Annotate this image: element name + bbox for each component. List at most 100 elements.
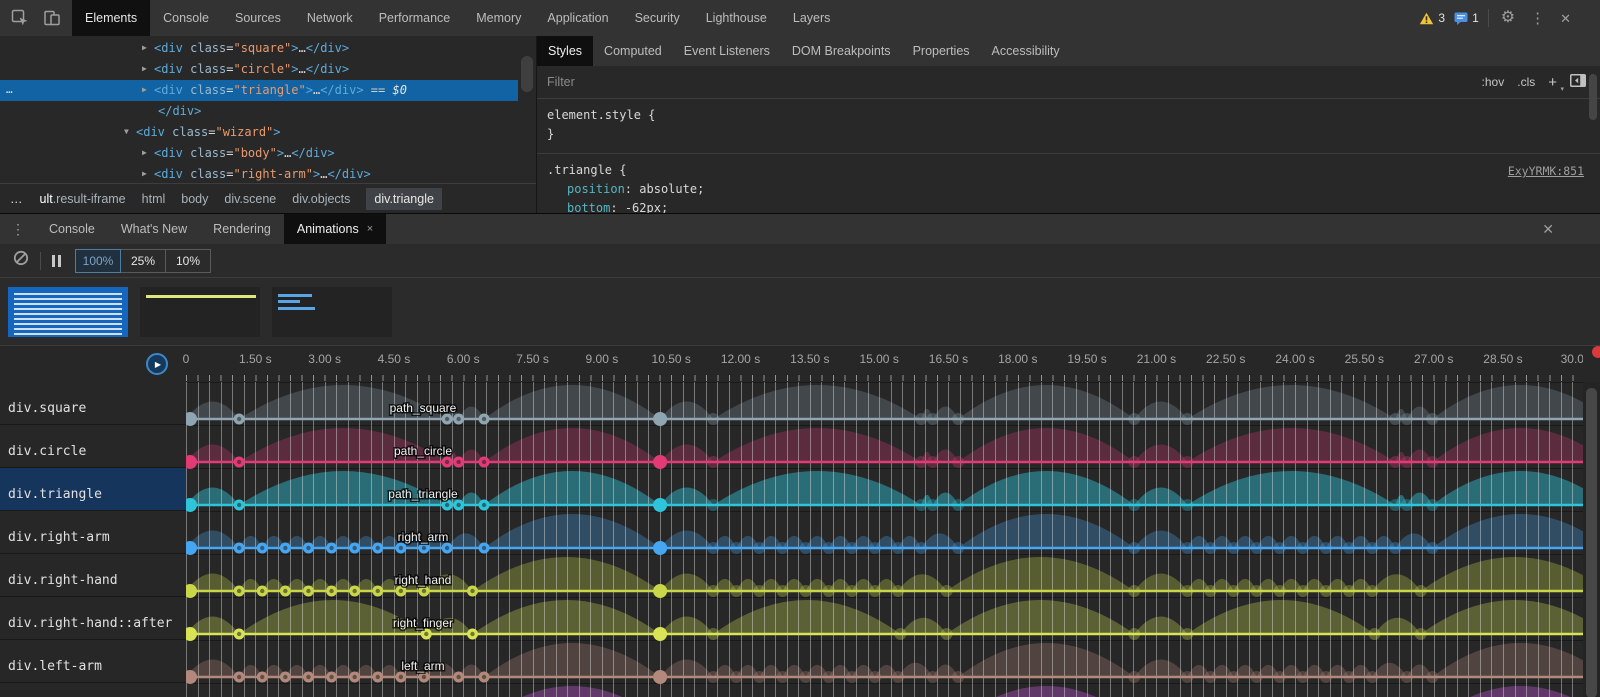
ruler-time-label: 13.50 s [790, 352, 829, 366]
close-drawer-icon[interactable]: ✕ [1542, 221, 1600, 238]
device-toolbar-icon[interactable] [40, 6, 64, 30]
main-tab-network[interactable]: Network [294, 0, 366, 36]
speed-button-100[interactable]: 100% [75, 249, 121, 273]
dom-tree-row[interactable]: ▶<div class="right-arm">…</div> [0, 164, 518, 185]
row-label-div-right-hand-after[interactable]: div.right-hand::after [0, 597, 186, 640]
row-label-div-left-arm[interactable]: div.left-arm [0, 640, 186, 683]
main-tabs: ElementsConsoleSourcesNetworkPerformance… [72, 0, 843, 36]
breadcrumb-item-div-objects[interactable]: div.objects [292, 192, 350, 206]
speed-button-10[interactable]: 10% [165, 249, 211, 273]
row-label-div-triangle[interactable]: div.triangle [0, 468, 186, 511]
dom-tree-scrollbar[interactable] [521, 56, 533, 92]
styles-tab-accessibility[interactable]: Accessibility [981, 36, 1071, 66]
chevron-down-icon: ▾ [1560, 85, 1564, 93]
ruler-time-label: 15.00 s [859, 352, 898, 366]
breadcrumb-item-ult[interactable]: ult.result-iframe [40, 192, 126, 206]
dom-tree-row[interactable]: </div> [0, 101, 518, 122]
css-rule-element-style[interactable]: element.style { } [537, 99, 1600, 154]
preview-line [278, 300, 300, 303]
pause-all-button[interactable] [52, 255, 61, 267]
toggle-element-classes-button[interactable]: .cls [1517, 75, 1535, 89]
new-style-rule-button[interactable]: +▾ [1548, 74, 1557, 91]
dom-tree-row[interactable]: ▶<div class="body">…</div> [0, 143, 518, 164]
twisty-collapsed-icon[interactable]: ▶ [142, 64, 147, 73]
twisty-expanded-icon[interactable]: ▼ [124, 127, 129, 136]
styles-tab-dom-breakpoints[interactable]: DOM Breakpoints [781, 36, 902, 66]
row-label-div-circle[interactable]: div.circle [0, 425, 186, 468]
ruler-time-label: 4.50 s [378, 352, 411, 366]
css-property[interactable]: bottom: -62px; [547, 199, 1590, 213]
main-tab-security[interactable]: Security [622, 0, 693, 36]
warnings-badge[interactable]: 3 [1419, 11, 1445, 25]
speed-button-25[interactable]: 25% [120, 249, 166, 273]
main-tab-console[interactable]: Console [150, 0, 222, 36]
twisty-collapsed-icon[interactable]: ▶ [142, 169, 147, 178]
drawer-menu-kebab-icon[interactable]: ⋮ [0, 221, 36, 238]
ruler-time-label: 0 [183, 352, 190, 366]
preview-line [14, 308, 122, 310]
main-tab-memory[interactable]: Memory [463, 0, 534, 36]
issues-badge[interactable]: 1 [1454, 11, 1479, 25]
close-tab-icon[interactable]: × [367, 214, 373, 244]
dom-node-text: <div class="triangle">…</div> == $0 [154, 83, 407, 97]
dom-tree-row[interactable]: ▼ <div class="wizard"> [0, 122, 518, 143]
row-label-div-right-arm[interactable]: div.right-arm [0, 511, 186, 554]
dom-tree-row[interactable]: …▶<div class="triangle">…</div> == $0 [0, 80, 518, 101]
inspect-element-icon[interactable] [8, 6, 32, 30]
twisty-collapsed-icon[interactable]: ▶ [142, 148, 147, 157]
timeline-rows: div.squarediv.circlediv.trianglediv.righ… [0, 382, 1600, 697]
ruler-time-label: 28.50 s [1483, 352, 1522, 366]
drawer-tab-console[interactable]: Console [36, 214, 108, 244]
main-tab-performance[interactable]: Performance [366, 0, 464, 36]
main-tab-elements[interactable]: Elements [72, 0, 150, 36]
toggle-sidebar-icon[interactable] [1570, 74, 1586, 90]
toggle-pseudo-state-button[interactable]: :hov [1482, 75, 1505, 89]
issues-count: 1 [1472, 11, 1479, 25]
more-options-kebab-icon[interactable]: ⋮ [1527, 11, 1548, 26]
dom-node-text: <div class="wizard"> [136, 125, 281, 139]
breadcrumb-item-html[interactable]: html [142, 192, 166, 206]
styles-tab-computed[interactable]: Computed [593, 36, 673, 66]
breadcrumb-item-body[interactable]: body [181, 192, 208, 206]
styles-tab-event-listeners[interactable]: Event Listeners [673, 36, 781, 66]
main-tab-lighthouse[interactable]: Lighthouse [693, 0, 780, 36]
main-tab-layers[interactable]: Layers [780, 0, 844, 36]
close-devtools-icon[interactable]: ✕ [1557, 12, 1574, 25]
warning-icon [1419, 12, 1434, 25]
breadcrumb-item-div-triangle[interactable]: div.triangle [366, 188, 442, 210]
twisty-collapsed-icon[interactable]: ▶ [142, 85, 147, 94]
animation-group-preview[interactable] [140, 287, 260, 337]
timeline-ruler[interactable]: ▶ 01.50 s3.00 s4.50 s6.00 s7.50 s9.00 s1… [0, 346, 1600, 382]
scrollbar-thumb[interactable] [1586, 388, 1597, 697]
animation-group-preview[interactable] [272, 287, 392, 337]
drawer-tab-what-s-new[interactable]: What's New [108, 214, 200, 244]
animation-name-label: path_triangle [388, 487, 458, 501]
styles-scrollbar[interactable] [1589, 74, 1597, 120]
stylesheet-source-link[interactable]: ExyYRMK:851 [1508, 162, 1584, 181]
breadcrumb-item-[interactable]: … [10, 192, 24, 206]
dom-tree-row[interactable]: ▶<div class="square">…</div> [0, 38, 518, 59]
breadcrumb-item-div-scene[interactable]: div.scene [224, 192, 276, 206]
row-label-div-square[interactable]: div.square [0, 382, 186, 425]
css-rule-triangle[interactable]: ExyYRMK:851 .triangle { position: absolu… [537, 154, 1600, 213]
styles-tab-properties[interactable]: Properties [902, 36, 981, 66]
row-label-div-right-hand[interactable]: div.right-hand [0, 554, 186, 597]
settings-gear-icon[interactable]: ⚙ [1498, 10, 1518, 26]
styles-tab-styles[interactable]: Styles [537, 36, 593, 66]
dom-tree-row[interactable]: ▶<div class="circle">…</div> [0, 59, 518, 80]
twisty-collapsed-icon[interactable]: ▶ [142, 43, 147, 52]
clear-all-icon[interactable] [13, 250, 29, 271]
row-label-empty[interactable] [0, 683, 186, 697]
main-tab-sources[interactable]: Sources [222, 0, 294, 36]
main-tab-application[interactable]: Application [534, 0, 621, 36]
timeline-scrollbar[interactable] [1583, 382, 1600, 697]
ruler-time-label: 25.50 s [1345, 352, 1384, 366]
animation-tracks[interactable]: path_squarepath_circlepath_triangleright… [186, 382, 1583, 697]
animation-group-preview[interactable] [8, 287, 128, 337]
drawer-tab-rendering[interactable]: Rendering [200, 214, 284, 244]
animations-toolbar: 100%25%10% [0, 244, 1600, 278]
css-property[interactable]: position: absolute; [547, 180, 1590, 199]
styles-filter-input[interactable]: Filter [537, 75, 575, 89]
scrubber-handle[interactable] [1592, 346, 1600, 358]
drawer-tab-animations[interactable]: Animations× [284, 214, 386, 244]
